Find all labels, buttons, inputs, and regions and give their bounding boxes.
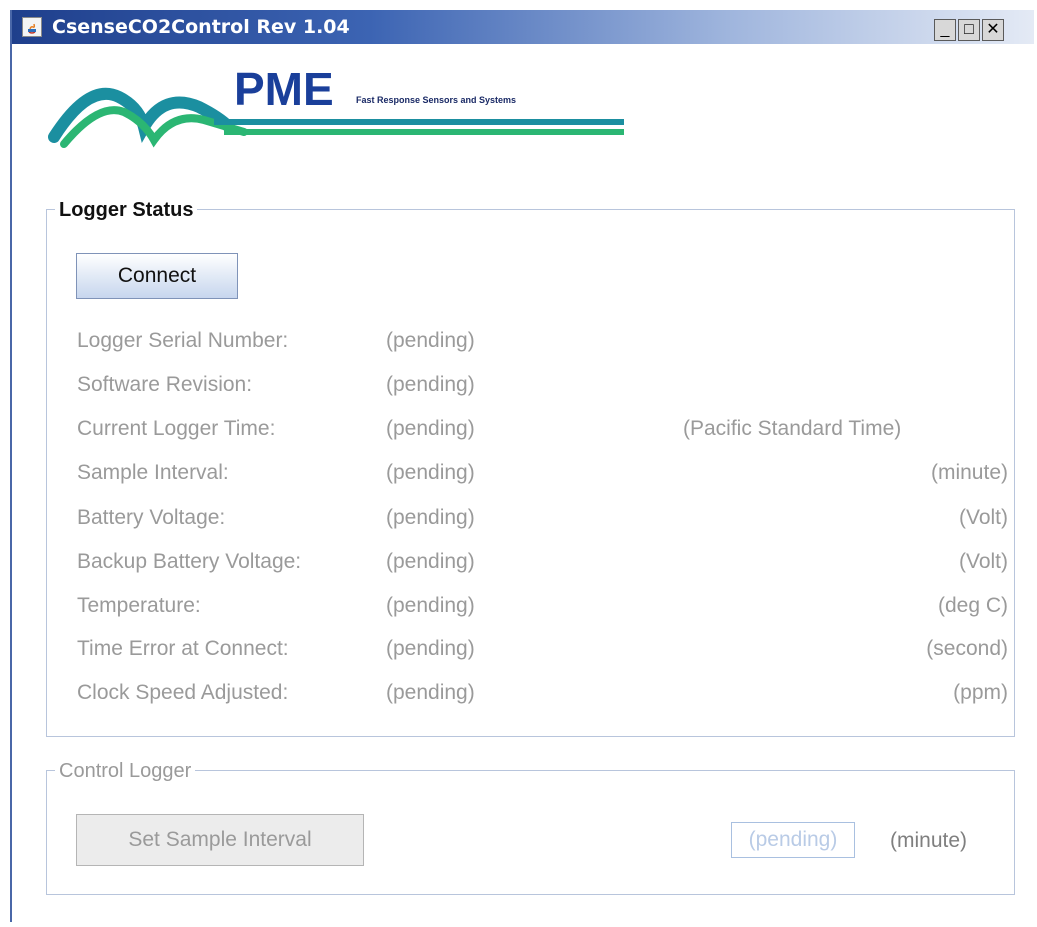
row-unit: (deg C) [937, 594, 1008, 617]
java-app-icon[interactable] [22, 17, 42, 37]
title-bar[interactable]: CsenseCO2Control Rev 1.04 _ □ ✕ [12, 10, 1034, 44]
row-unit: (minute) [930, 461, 1008, 484]
row-label: Sample Interval: [77, 461, 229, 484]
row-value: (pending) [386, 550, 475, 573]
row-label: Logger Serial Number: [77, 329, 289, 352]
row-label: Time Error at Connect: [77, 637, 289, 660]
pme-brand-text: PME [234, 63, 334, 115]
row-label: Backup Battery Voltage: [77, 550, 302, 573]
row-value: (pending) [386, 506, 475, 529]
row-unit: (ppm) [953, 681, 1008, 704]
window-title: CsenseCO2Control Rev 1.04 [52, 16, 350, 38]
interval-unit-label: (minute) [890, 829, 968, 852]
row-label: Battery Voltage: [77, 506, 226, 529]
row-label: Current Logger Time: [77, 417, 276, 440]
set-sample-interval-button[interactable]: Set Sample Interval [76, 814, 364, 866]
row-label: Temperature: [77, 594, 201, 617]
row-unit: (Pacific Standard Time) [683, 417, 902, 440]
row-value: (pending) [386, 417, 475, 440]
row-label: Clock Speed Adjusted: [77, 681, 289, 704]
close-button[interactable]: ✕ [982, 19, 1004, 41]
logger-status-title: Logger Status [55, 198, 198, 222]
pme-wave-logo-icon [48, 87, 624, 148]
pme-tagline: Fast Response Sensors and Systems [356, 95, 517, 105]
row-value: (pending) [386, 637, 475, 660]
row-value: (pending) [386, 461, 475, 484]
row-unit: (Volt) [958, 506, 1008, 529]
row-value: (pending) [386, 681, 475, 704]
sample-interval-input[interactable]: (pending) [731, 822, 855, 858]
row-label: Software Revision: [77, 373, 253, 396]
row-unit: (second) [926, 637, 1008, 660]
minimize-button[interactable]: _ [934, 19, 956, 41]
maximize-button[interactable]: □ [958, 19, 980, 41]
row-value: (pending) [386, 373, 475, 396]
control-logger-title: Control Logger [55, 759, 196, 783]
row-value: (pending) [386, 594, 475, 617]
connect-button[interactable]: Connect [76, 253, 238, 299]
row-value: (pending) [386, 329, 475, 352]
row-unit: (Volt) [958, 550, 1008, 573]
